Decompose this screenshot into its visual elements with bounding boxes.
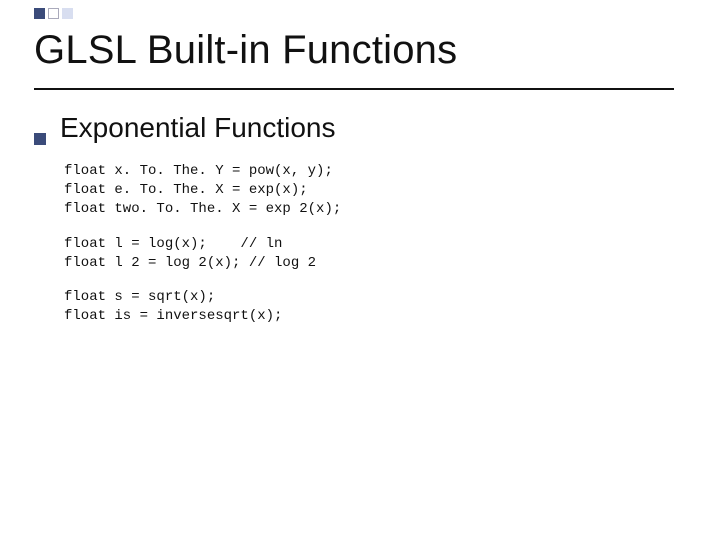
code-text: float l = log(x); // ln float l 2 = log … [64,235,680,273]
square-bullet-icon [34,133,46,145]
accent-square-icon [48,8,59,19]
accent-square-icon [62,8,73,19]
code-text: float s = sqrt(x); float is = inversesqr… [64,288,680,326]
title-underline [34,88,674,90]
bullet-item: Exponential Functions [34,112,680,144]
code-block: float s = sqrt(x); float is = inversesqr… [64,288,680,326]
code-text: float x. To. The. Y = pow(x, y); float e… [64,162,680,219]
page-title: GLSL Built-in Functions [34,28,680,73]
slide: GLSL Built-in Functions Exponential Func… [0,0,720,540]
slide-body: Exponential Functions float x. To. The. … [34,112,680,342]
accent-square-icon [34,8,45,19]
code-block: float l = log(x); // ln float l 2 = log … [64,235,680,273]
section-heading: Exponential Functions [60,112,336,144]
accent-squares [34,8,73,19]
code-block: float x. To. The. Y = pow(x, y); float e… [64,162,680,219]
